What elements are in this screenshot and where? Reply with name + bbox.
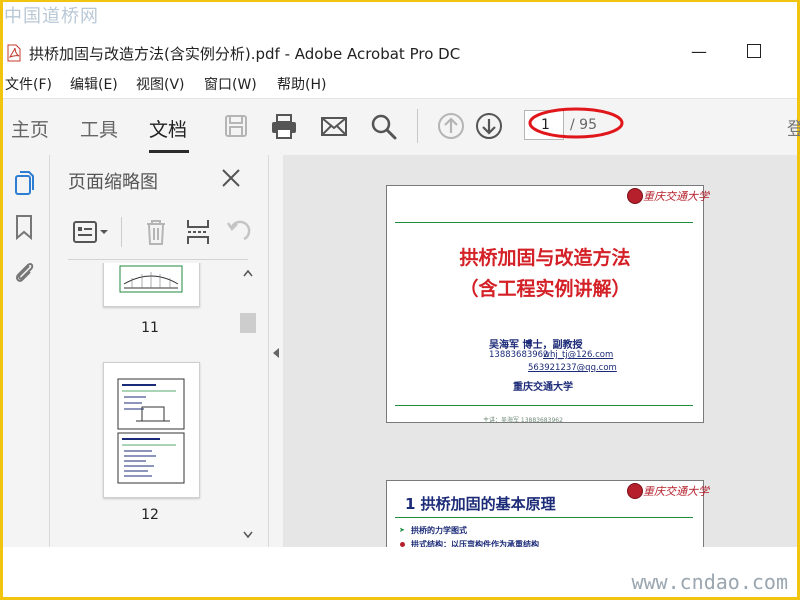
slide2-bullet-1: 拱桥的力学图式 <box>411 526 467 535</box>
menu-help[interactable]: 帮助(H) <box>277 74 326 94</box>
slide1-university: 重庆交通大学 <box>513 382 573 393</box>
tab-home[interactable]: 主页 <box>11 115 49 142</box>
tab-document[interactable]: 文档 <box>149 115 187 142</box>
document-page-1: 重庆交通大学 拱桥加固与改造方法 （含工程实例讲解） 吴海军 博士，副教授 13… <box>386 185 709 424</box>
document-view[interactable]: 重庆交通大学 拱桥加固与改造方法 （含工程实例讲解） 吴海军 博士，副教授 13… <box>283 155 797 547</box>
maximize-icon[interactable] <box>747 44 761 58</box>
university-logo-icon <box>627 188 643 204</box>
window-title: 拱桥加固与改造方法(含实例分析).pdf - Adobe Acrobat Pro… <box>29 45 461 63</box>
slide1-author: 吴海军 博士，副教授 <box>489 340 583 351</box>
slide1-bottom-rule <box>395 405 693 406</box>
thumbnails-panel: 页面缩略图 11 12 <box>50 155 269 547</box>
menu-window[interactable]: 窗口(W) <box>204 74 257 94</box>
thumbnail-12-content <box>117 378 185 484</box>
slide1-subtitle: （含工程实例讲解） <box>459 278 631 300</box>
document-page-2: 重庆交通大学 1 拱桥加固的基本原理 ➤ 拱桥的力学图式 拱式结构：以压弯构件作… <box>386 480 709 547</box>
slide2-title: 1 拱桥加固的基本原理 <box>405 495 556 513</box>
collapse-arrow-icon[interactable] <box>271 347 281 359</box>
slide1-footer: 主讲：吴海军 13883683962 <box>483 417 563 424</box>
slide1-top-rule <box>395 222 693 223</box>
scrollbar-thumb[interactable] <box>240 313 256 333</box>
attachment-icon[interactable] <box>11 257 37 285</box>
title-bar: 拱桥加固与改造方法(含实例分析).pdf - Adobe Acrobat Pro… <box>3 34 797 70</box>
thumbnail-11-content <box>119 265 183 293</box>
page-thumbnails-icon[interactable] <box>11 169 37 197</box>
login-button[interactable]: 登 <box>787 115 800 141</box>
thumbnail-label-11: 11 <box>141 320 159 336</box>
scroll-up-icon[interactable] <box>243 269 253 277</box>
slide1-email-1[interactable]: whj_tj@126.com <box>543 350 613 360</box>
options-menu-icon[interactable] <box>72 219 110 245</box>
print-icon[interactable] <box>269 111 299 141</box>
panel-title: 页面缩略图 <box>68 172 158 193</box>
menu-edit[interactable]: 编辑(E) <box>70 74 118 94</box>
prev-page-icon[interactable] <box>436 111 466 141</box>
watermark-top: 中国道桥网 <box>4 6 99 27</box>
menu-file[interactable]: 文件(F) <box>5 74 52 94</box>
navigation-rail <box>3 155 50 547</box>
bookmark-icon[interactable] <box>11 213 37 241</box>
close-icon[interactable] <box>220 167 242 189</box>
thumbnail-page-11[interactable] <box>103 263 200 307</box>
scroll-down-icon[interactable] <box>243 531 253 539</box>
menu-bar: 文件(F) 编辑(E) 视图(V) 窗口(W) 帮助(H) <box>3 72 797 94</box>
thumbnail-label-12: 12 <box>141 507 159 523</box>
slide2-top-rule <box>395 517 693 518</box>
toolbar-separator <box>417 109 418 143</box>
main-toolbar: 主页 工具 文档 1 / 95 登 <box>3 98 800 156</box>
insert-page-icon[interactable] <box>184 217 212 247</box>
slide1-logo-text: 重庆交通大学 <box>643 190 709 203</box>
active-tab-indicator <box>149 150 189 153</box>
pdf-file-icon <box>7 44 21 62</box>
highlight-ellipse <box>528 107 624 139</box>
slide2-bullet-2: 拱式结构：以压弯构件作为承重结构 <box>411 540 539 547</box>
minimize-icon[interactable]: — <box>689 42 709 62</box>
bullet-arrow-icon: ➤ <box>399 526 405 534</box>
undo-icon[interactable] <box>224 217 252 247</box>
search-icon[interactable] <box>368 111 398 141</box>
panel-divider <box>68 259 248 260</box>
bullet-dot-icon <box>400 542 405 547</box>
slide1-email-2[interactable]: 563921237@qq.com <box>528 363 617 373</box>
slide1-title: 拱桥加固与改造方法 <box>459 247 631 269</box>
panel-toolbar <box>68 213 268 253</box>
tab-tools[interactable]: 工具 <box>80 115 118 142</box>
thumbnail-page-12[interactable] <box>103 362 200 498</box>
panel-tool-separator <box>121 217 122 247</box>
panel-collapse-strip[interactable] <box>269 155 283 547</box>
university-logo-icon <box>627 483 643 499</box>
slide2-logo-text: 重庆交通大学 <box>643 485 709 498</box>
slide1-phone: 13883683962 <box>489 350 549 360</box>
menu-view[interactable]: 视图(V) <box>136 74 185 94</box>
delete-icon[interactable] <box>142 217 170 247</box>
save-icon[interactable] <box>221 111 251 141</box>
email-icon[interactable] <box>319 111 349 141</box>
thumbnail-scrollbar[interactable] <box>239 263 257 547</box>
thumbnail-list: 11 12 <box>50 263 238 547</box>
next-page-icon[interactable] <box>474 111 504 141</box>
watermark-bottom: www.cndao.com <box>631 570 788 594</box>
